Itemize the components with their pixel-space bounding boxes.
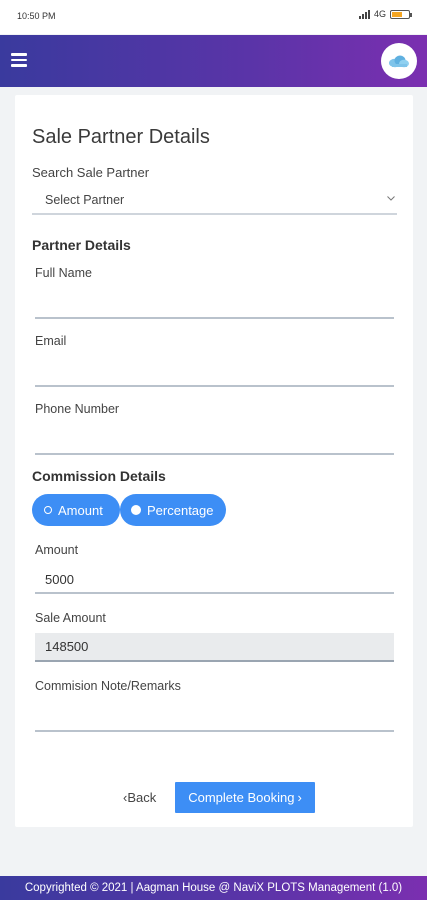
status-indicators: 4G [358, 9, 412, 19]
sale-amount-value: 148500 [45, 639, 89, 654]
amount-input[interactable]: 5000 [35, 568, 394, 594]
radio-selected-icon [131, 505, 141, 515]
footer-copyright: Copyrighted © 2021 | Aagman House @ Navi… [24, 882, 403, 894]
avatar[interactable] [381, 43, 417, 79]
amount-value: 5000 [45, 572, 74, 587]
network-type: 4G [373, 9, 386, 19]
phone-input[interactable] [35, 429, 394, 455]
status-time: 10:50 PM [17, 11, 56, 21]
sale-partner-card: Sale Partner Details Search Sale Partner… [15, 95, 413, 827]
phone-label: Phone Number [35, 402, 120, 416]
partner-select[interactable]: Select Partner [32, 185, 397, 215]
sale-amount-field: 148500 [35, 633, 394, 662]
full-name-label: Full Name [35, 266, 92, 280]
partner-select-value: Select Partner [45, 193, 125, 207]
amount-label: Amount [35, 543, 79, 557]
remarks-input[interactable] [35, 706, 394, 732]
app-header [0, 35, 427, 87]
chevron-down-icon [387, 193, 395, 204]
commission-details-heading: Commission Details [32, 468, 166, 484]
remarks-label: Commision Note/Remarks [35, 679, 181, 693]
chevron-right-icon: › [297, 790, 302, 805]
radio-percentage[interactable]: Percentage [120, 494, 226, 526]
radio-amount[interactable]: Amount [32, 494, 120, 526]
page-title: Sale Partner Details [32, 126, 210, 148]
back-label: Back [127, 790, 157, 805]
radio-percentage-label: Percentage [147, 502, 214, 518]
back-button[interactable]: ‹Back [123, 790, 156, 805]
full-name-input[interactable] [35, 293, 394, 319]
signal-icon [358, 9, 370, 19]
sale-amount-label: Sale Amount [35, 611, 106, 625]
hamburger-menu-icon[interactable] [11, 53, 27, 67]
complete-booking-label: Complete Booking [188, 790, 295, 805]
status-bar: 10:50 PM 4G [0, 0, 427, 34]
footer: Copyrighted © 2021 | Aagman House @ Navi… [0, 876, 427, 900]
email-input[interactable] [35, 361, 394, 387]
complete-booking-button[interactable]: Complete Booking › [175, 782, 315, 813]
email-label: Email [35, 334, 67, 348]
search-partner-label: Search Sale Partner [32, 165, 150, 180]
radio-unselected-icon [44, 506, 52, 514]
cloud-logo-icon [389, 55, 409, 68]
battery-icon [390, 9, 412, 19]
radio-amount-label: Amount [58, 502, 103, 518]
partner-details-heading: Partner Details [32, 237, 131, 253]
